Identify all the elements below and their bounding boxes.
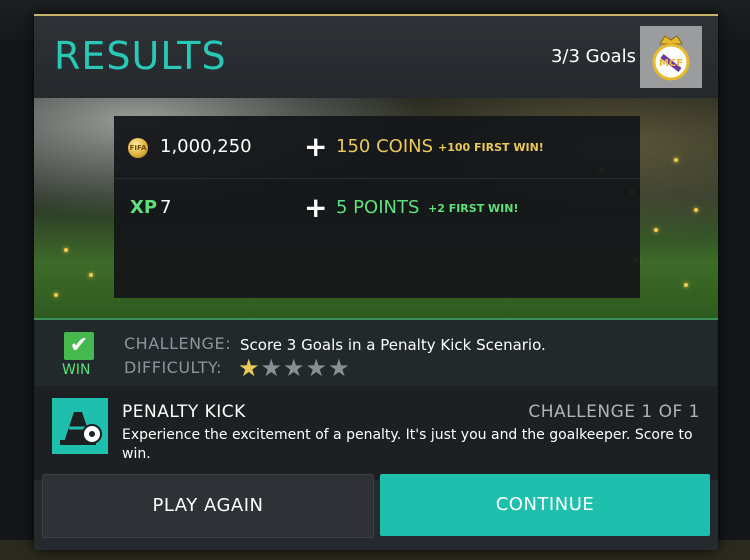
- challenge-count: CHALLENGE 1 OF 1: [528, 402, 700, 422]
- difficulty-stars: ★★★★★: [238, 354, 351, 382]
- rewards-divider: [114, 178, 640, 179]
- play-again-button[interactable]: PLAY AGAIN: [42, 474, 374, 538]
- club-crest: MCF: [640, 26, 702, 88]
- star-empty-icon: ★: [283, 354, 306, 382]
- mode-description: Experience the excitement of a penalty. …: [122, 427, 693, 462]
- star-empty-icon: ★: [328, 354, 351, 382]
- mode-panel: PENALTY KICK CHALLENGE 1 OF 1 Experience…: [34, 386, 718, 480]
- goals-counter: 3/3 Goals: [550, 46, 636, 67]
- plus-icon: +: [304, 130, 328, 163]
- challenge-summary: ✔ WIN CHALLENGE: Score 3 Goals in a Pena…: [34, 318, 718, 388]
- xp-first-win-bonus: +2 FIRST WIN!: [428, 202, 519, 215]
- coin-icon: FIFA: [128, 138, 148, 158]
- xp-balance: 7: [160, 197, 172, 218]
- win-status: WIN: [62, 362, 91, 378]
- continue-button[interactable]: CONTINUE: [380, 474, 710, 536]
- coins-earned: 150 COINS: [336, 136, 434, 157]
- results-header: RESULTS 3/3 Goals MCF: [34, 16, 718, 98]
- plus-icon: +: [304, 191, 328, 224]
- star-empty-icon: ★: [260, 354, 284, 382]
- svg-text:MCF: MCF: [659, 58, 683, 69]
- results-modal: RESULTS 3/3 Goals MCF FIFA 1,000,250 + 1…: [34, 14, 718, 550]
- penalty-kick-icon: [52, 398, 108, 454]
- difficulty-key: DIFFICULTY:: [124, 358, 223, 377]
- star-empty-icon: ★: [305, 354, 329, 382]
- coins-first-win-bonus: +100 FIRST WIN!: [438, 141, 544, 154]
- xp-icon: XP: [130, 197, 158, 218]
- page-title: RESULTS: [54, 34, 227, 78]
- checkmark-icon: ✔: [64, 332, 94, 360]
- mode-title: PENALTY KICK: [122, 402, 246, 422]
- xp-earned: 5 POINTS: [336, 197, 420, 218]
- real-madrid-crest-icon: MCF: [640, 26, 702, 88]
- challenge-key: CHALLENGE:: [124, 334, 231, 353]
- star-filled-icon: ★: [238, 354, 261, 382]
- rewards-panel: FIFA 1,000,250 + 150 COINS +100 FIRST WI…: [114, 116, 640, 298]
- coins-balance: 1,000,250: [160, 136, 252, 157]
- challenge-description: Score 3 Goals in a Penalty Kick Scenario…: [240, 336, 546, 354]
